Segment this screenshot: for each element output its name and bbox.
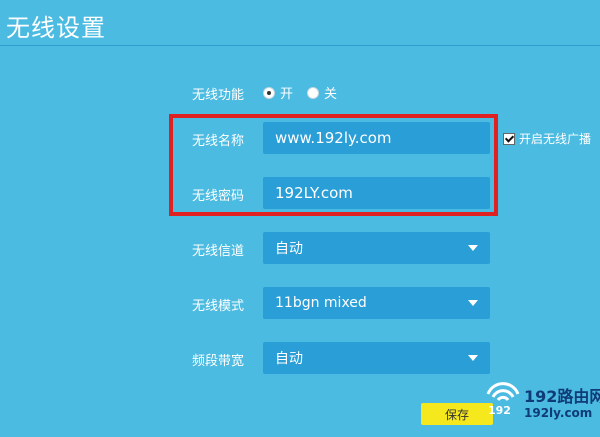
bandwidth-label: 频段带宽 <box>192 354 245 369</box>
wireless-name-label: 无线名称 <box>192 134 245 149</box>
chevron-down-icon <box>468 245 478 251</box>
title-divider <box>0 45 600 46</box>
radio-on-label: 开 <box>280 87 294 102</box>
mode-label: 无线模式 <box>192 299 245 314</box>
mode-value: 11bgn mixed <box>275 295 367 311</box>
wireless-password-value: 192LY.com <box>275 184 353 202</box>
wireless-password-input[interactable]: 192LY.com <box>263 177 490 209</box>
wireless-name-input[interactable]: www.192ly.com <box>263 122 490 154</box>
radio-off-dot[interactable] <box>307 86 320 99</box>
wireless-function-label: 无线功能 <box>192 88 245 103</box>
watermark-logo: 192 192路由网 192ly.com <box>484 378 600 430</box>
radio-on[interactable]: 开 <box>263 83 293 102</box>
save-button[interactable]: 保存 <box>421 403 493 425</box>
page-title: 无线设置 <box>6 14 106 42</box>
broadcast-label: 开启无线广播 <box>519 132 592 146</box>
radio-off-label: 关 <box>324 87 338 102</box>
channel-value: 自动 <box>275 241 303 257</box>
wireless-name-value: www.192ly.com <box>275 129 392 147</box>
channel-label: 无线信道 <box>192 244 245 259</box>
watermark-bottom-text: 192ly.com <box>524 406 593 420</box>
watermark-top-text: 192路由网 <box>524 387 600 406</box>
channel-select[interactable]: 自动 <box>263 232 490 264</box>
chevron-down-icon <box>468 300 478 306</box>
radio-off[interactable]: 关 <box>307 83 337 102</box>
radio-on-dot[interactable] <box>263 86 275 99</box>
watermark-logo-text: 192 <box>488 404 511 417</box>
broadcast-toggle[interactable]: 开启无线广播 <box>503 130 591 147</box>
wireless-function-radio-group: 开 关 <box>263 83 351 102</box>
broadcast-checkbox[interactable] <box>503 132 515 145</box>
bandwidth-select[interactable]: 自动 <box>263 342 490 374</box>
chevron-down-icon <box>468 355 478 361</box>
bandwidth-value: 自动 <box>275 351 303 367</box>
wireless-password-label: 无线密码 <box>192 189 245 204</box>
mode-select[interactable]: 11bgn mixed <box>263 287 490 319</box>
